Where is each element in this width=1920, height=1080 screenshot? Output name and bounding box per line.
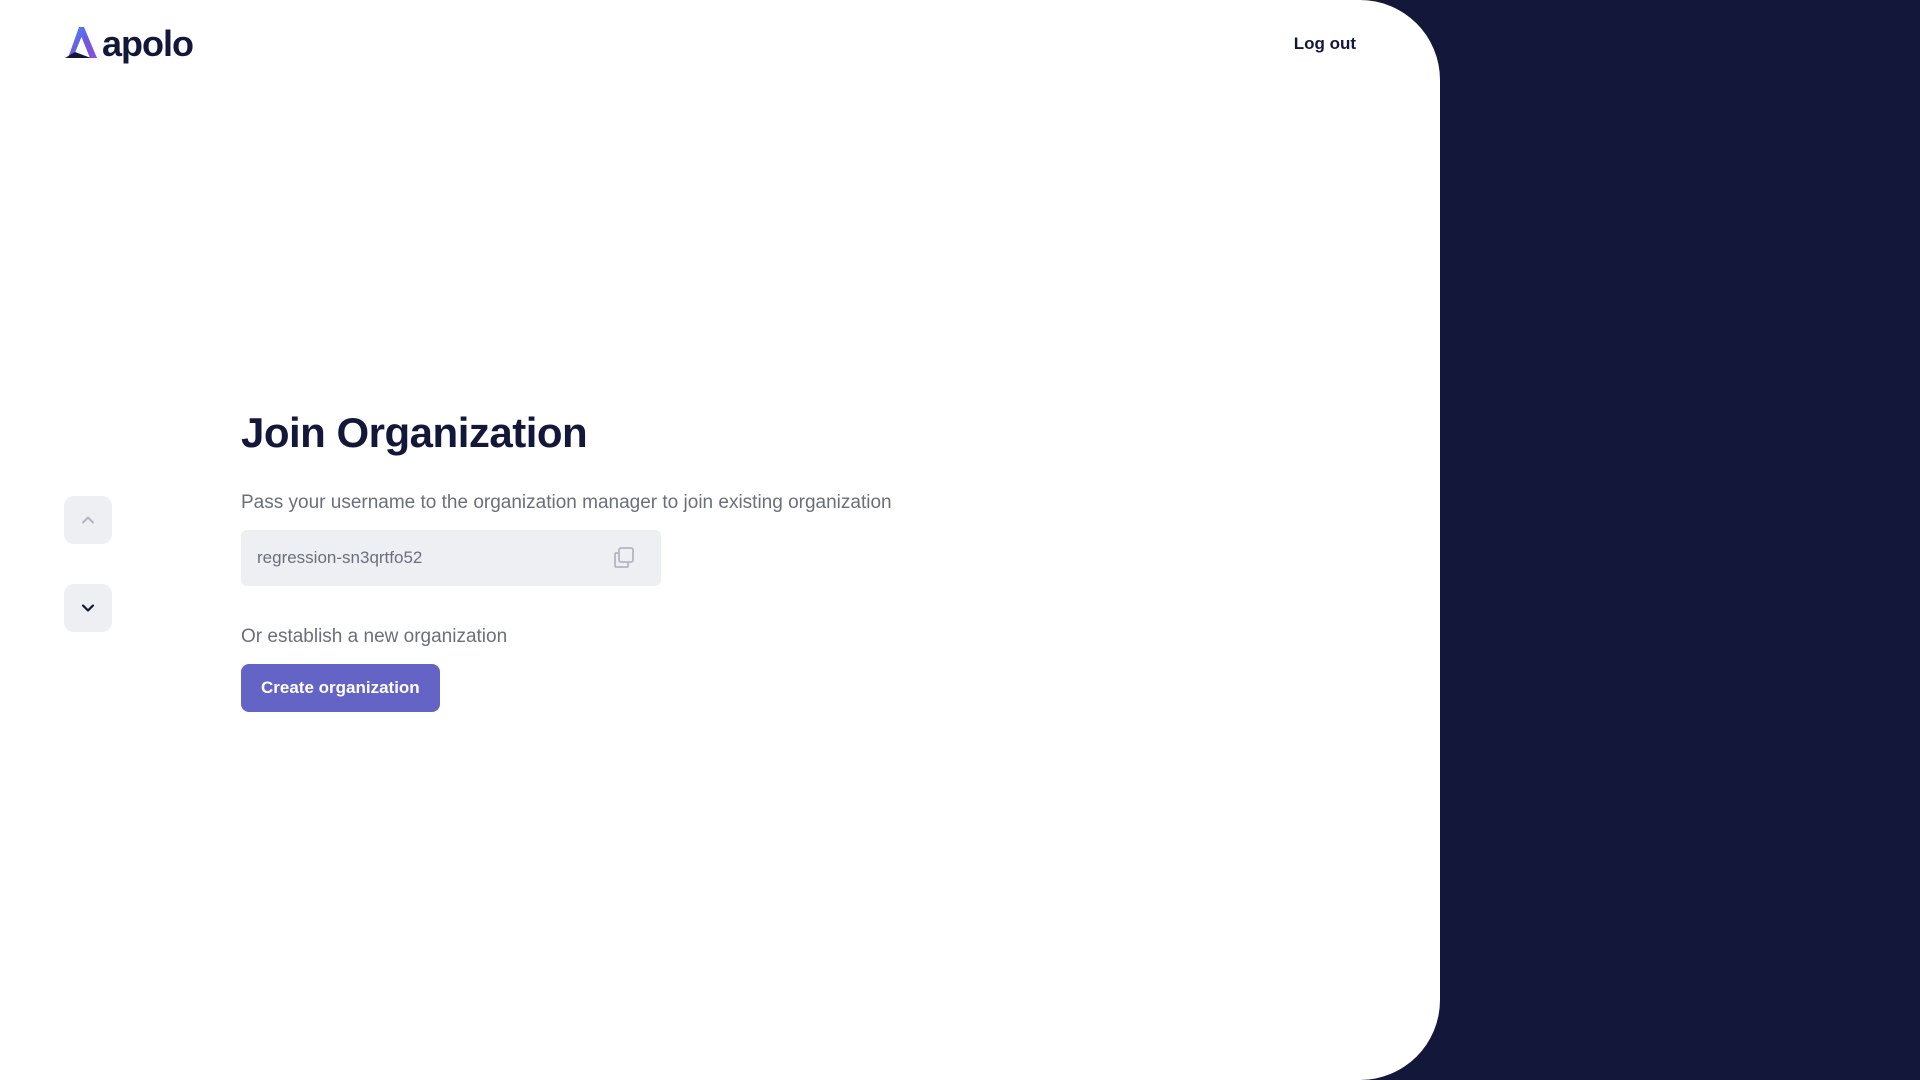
chevron-up-icon (82, 516, 94, 524)
alternative-text: Or establish a new organization (241, 626, 508, 648)
scroll-down-button[interactable] (64, 584, 112, 632)
username-field[interactable]: regression-sn3qrtfo52 (241, 530, 661, 587)
join-description: Pass your username to the organization m… (241, 492, 892, 514)
create-organization-button[interactable]: Create organization (241, 664, 440, 713)
join-organization-section: Join Organization Pass your username to … (241, 409, 1041, 713)
logout-link[interactable]: Log out (1294, 34, 1356, 54)
logo-text: apolo (102, 23, 194, 64)
main-panel: apolo Log out Join Organization Pass you… (0, 0, 1440, 1080)
username-value[interactable]: regression-sn3qrtfo52 (257, 548, 422, 568)
copy-icon (614, 547, 634, 569)
chevron-down-icon (81, 604, 95, 612)
apolo-logo[interactable]: apolo (64, 23, 194, 64)
copy-username-button[interactable] (611, 545, 637, 571)
apolo-logo-icon (65, 27, 97, 58)
scroll-up-button[interactable] (64, 496, 112, 544)
page-title: Join Organization (241, 409, 588, 456)
